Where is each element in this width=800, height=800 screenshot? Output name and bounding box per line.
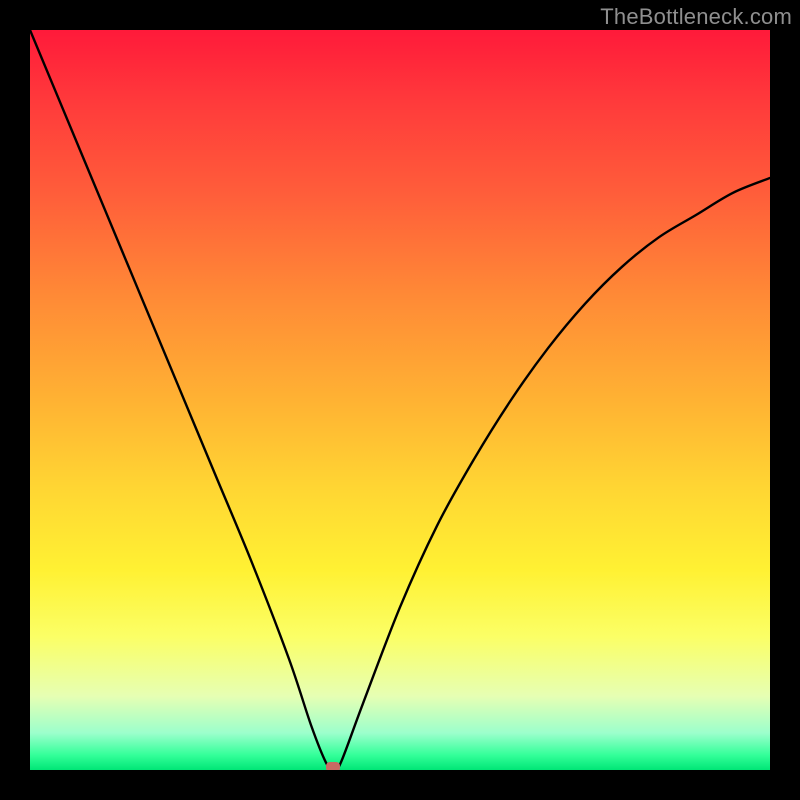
chart-frame: TheBottleneck.com [0, 0, 800, 800]
bottleneck-curve [30, 30, 770, 770]
curve-svg [30, 30, 770, 770]
watermark-text: TheBottleneck.com [600, 4, 792, 30]
plot-area [30, 30, 770, 770]
min-marker [326, 762, 340, 770]
